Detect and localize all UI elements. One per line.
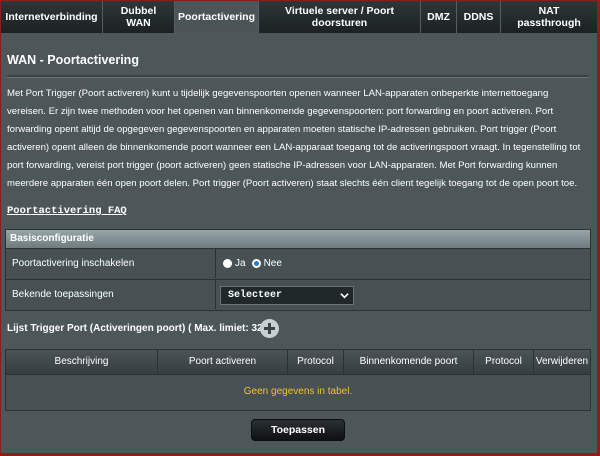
empty-table-message: Geen gegevens in tabel. [5, 375, 591, 411]
tab-label: Poortactivering [177, 11, 256, 23]
tab-nat-passthrough[interactable]: NAT passthrough [501, 1, 597, 33]
faq-link[interactable]: Poortactivering FAQ [7, 205, 127, 217]
tab-dubbel-wan[interactable]: Dubbel WAN [103, 1, 175, 33]
tab-dmz[interactable]: DMZ [421, 1, 457, 33]
tab-label: Internetverbinding [5, 11, 98, 23]
column-header: Binnenkomende poort [344, 350, 474, 374]
column-header: Poort activeren [158, 350, 288, 374]
row-divider [215, 249, 216, 278]
apps-row: Bekende toepassingen Selecteer [5, 280, 591, 311]
trigger-table-header: Beschrijving Poort activeren Protocol Bi… [5, 349, 591, 375]
page-description: Met Port Trigger (Poort activeren) kunt … [7, 88, 581, 189]
apps-select[interactable]: Selecteer [220, 286, 354, 305]
radio-nee[interactable] [251, 259, 261, 268]
tab-ddns[interactable]: DDNS [457, 1, 501, 33]
radio-option-ja[interactable]: Ja [223, 258, 246, 269]
radio-ja[interactable] [223, 259, 232, 268]
radio-option-nee[interactable]: Nee [251, 258, 282, 269]
apply-button[interactable]: Toepassen [251, 419, 345, 441]
radio-label-ja: Ja [235, 258, 246, 269]
enable-radio-group: Ja Nee [223, 258, 288, 269]
apps-label: Bekende toepassingen [12, 289, 114, 300]
column-header: Beschrijving [6, 350, 158, 374]
tab-bar: Internetverbinding Dubbel WAN Poortactiv… [1, 1, 597, 33]
row-divider [215, 280, 216, 309]
radio-label-nee: Nee [263, 258, 282, 269]
apps-select-value: Selecteer [228, 290, 283, 301]
tab-label: DDNS [463, 11, 494, 23]
main-content: WAN - Poortactivering Met Port Trigger (… [1, 33, 597, 453]
tab-poortactivering[interactable]: Poortactivering [175, 1, 259, 33]
basic-config-header: Basisconfiguratie [5, 229, 591, 249]
column-header: Verwijderen [535, 356, 589, 367]
enable-label: Poortactivering inschakelen [12, 258, 135, 269]
add-circle-icon[interactable] [260, 319, 279, 338]
page-title: WAN - Poortactivering [7, 53, 139, 67]
tab-label: DMZ [427, 11, 450, 23]
enable-row: Poortactivering inschakelen Ja Nee [5, 249, 591, 280]
tab-label: Dubbel WAN [120, 5, 157, 29]
tab-label: Virtuele server / Poort doorsturen [285, 5, 394, 29]
tab-internetverbinding[interactable]: Internetverbinding [1, 1, 103, 33]
chevron-down-icon [340, 293, 349, 299]
column-header: Protocol [288, 350, 344, 374]
column-header: Protocol [474, 350, 534, 374]
title-divider [7, 75, 589, 78]
tab-virtuele-server[interactable]: Virtuele server / Poort doorsturen [259, 1, 421, 33]
trigger-list-title: Lijst Trigger Port (Activeringen poort) … [7, 323, 269, 334]
tab-label: NAT passthrough [517, 5, 581, 29]
